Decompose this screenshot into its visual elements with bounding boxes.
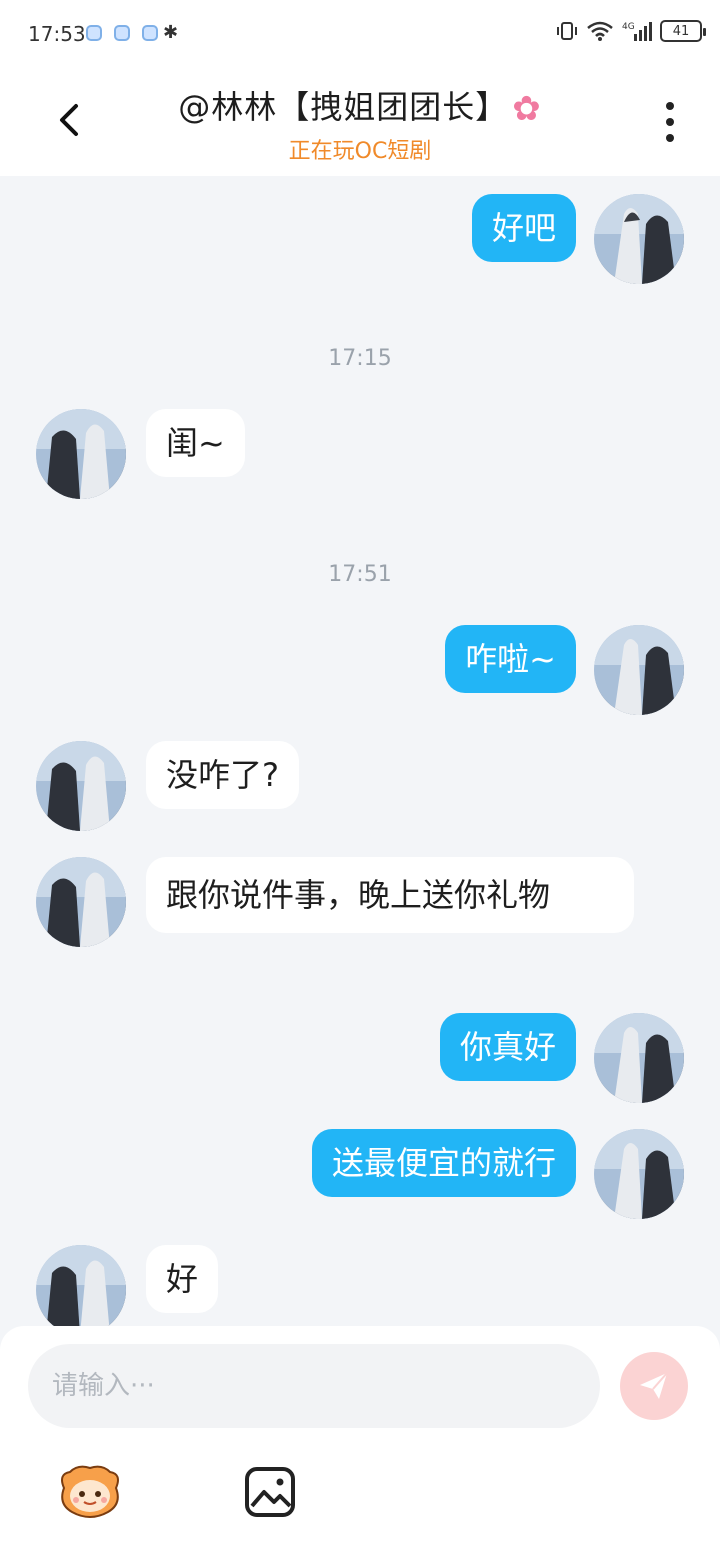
image-button[interactable] (244, 1466, 296, 1518)
send-button[interactable] (620, 1352, 688, 1420)
status-indicators: 4G 41 (556, 20, 706, 42)
message-timestamp: 17:51 (328, 562, 392, 587)
message-input[interactable] (28, 1344, 600, 1428)
chat-title-area[interactable]: @林林【拽姐团团长】 ✿ 正在玩OC短剧 (110, 82, 610, 165)
app-notification-icon (86, 25, 102, 41)
more-vertical-icon (666, 102, 674, 110)
message-bubble[interactable]: 好 (146, 1245, 219, 1313)
activity-status: 正在玩OC短剧 (288, 139, 432, 164)
message-bubble[interactable]: 送最便宜的就行 (311, 1129, 576, 1197)
message-bubble[interactable]: 好吧 (471, 194, 576, 262)
contact-avatar[interactable] (36, 741, 126, 831)
message-bubble[interactable]: 跟你说件事，晚上送你礼物 (146, 857, 634, 933)
vibrate-icon (557, 22, 577, 40)
composer-panel (0, 1326, 720, 1560)
contact-avatar[interactable] (36, 1245, 126, 1335)
message-bubble[interactable]: 你真好 (439, 1013, 576, 1081)
app-notification-icon (142, 25, 158, 41)
chat-header: @林林【拽姐团团长】 ✿ 正在玩OC短剧 (0, 68, 720, 176)
chevron-left-icon (60, 104, 78, 136)
status-bar: 17:53 ✱ 4G 41 (0, 0, 720, 68)
signal-icon: 4G (622, 22, 652, 41)
chat-title: @林林【拽姐团团长】 ✿ (110, 82, 610, 129)
my-avatar[interactable] (594, 1129, 684, 1219)
svg-text:4G: 4G (622, 22, 635, 32)
send-icon (640, 1372, 668, 1399)
image-icon (245, 1467, 295, 1517)
message-timestamp: 17:15 (328, 346, 392, 371)
notification-icons (86, 25, 158, 41)
emoji-button[interactable] (56, 1464, 124, 1520)
message-bubble[interactable]: 没咋了? (146, 741, 299, 809)
battery-indicator: 41 (660, 20, 706, 42)
contact-avatar[interactable] (36, 409, 126, 499)
contact-avatar[interactable] (36, 857, 126, 947)
cherry-blossom-icon: ✿ (512, 89, 542, 129)
my-avatar[interactable] (594, 1013, 684, 1103)
back-button[interactable] (48, 98, 92, 142)
contact-name: @林林【拽姐团团长】 (178, 88, 509, 126)
mascot-emoji-icon (61, 1465, 119, 1518)
my-avatar[interactable] (594, 194, 684, 284)
message-bubble[interactable]: 闺~ (146, 409, 245, 477)
more-options-button[interactable] (656, 98, 684, 146)
status-time: 17:53 (28, 22, 86, 46)
message-list[interactable]: 好吧 17:15 闺~ 17:51 咋啦~ 没咋了? 跟你说件事，晚上送你礼物 (0, 176, 720, 1335)
app-notification-icon (114, 25, 130, 41)
my-avatar[interactable] (594, 625, 684, 715)
bluetooth-icon: ✱ (163, 22, 179, 43)
message-bubble[interactable]: 咋啦~ (445, 625, 576, 693)
wifi-icon (587, 21, 613, 41)
